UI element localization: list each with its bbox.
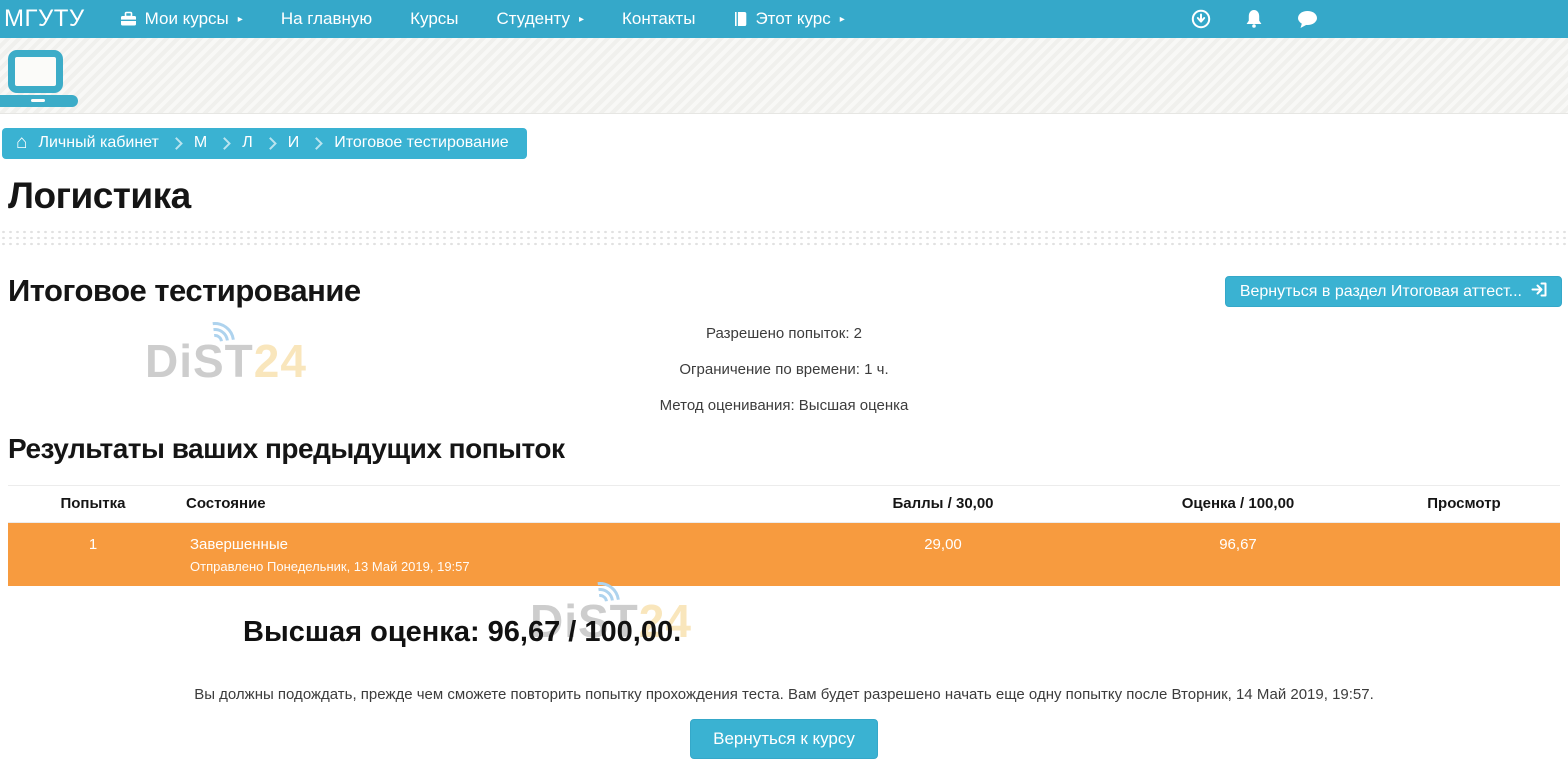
time-limit-text: Ограничение по времени: 1 ч. [0,361,1568,378]
breadcrumb-item-m[interactable]: М [194,134,207,152]
results-heading: Результаты ваших предыдущих попыток [8,433,1568,465]
menu-item-label: Студенту [497,9,570,29]
menu-item-contacts[interactable]: Контакты [603,0,714,38]
breadcrumb-item-quiz[interactable]: Итоговое тестирование [334,134,509,152]
attempt-state-cell: Завершенные Отправлено Понедельник, 13 М… [178,523,778,587]
quiz-title: Итоговое тестирование [8,273,361,309]
table-header-row: Попытка Состояние Баллы / 30,00 Оценка /… [8,486,1560,523]
book-icon [733,11,747,27]
bell-icon[interactable] [1245,9,1263,29]
laptop-logo-icon[interactable] [0,48,80,110]
header-band [0,38,1568,114]
messages-icon[interactable] [1297,10,1318,29]
chevron-right-icon [264,137,277,150]
home-icon[interactable]: ⌂ [16,136,27,150]
sign-in-icon [1531,282,1547,302]
menu-item-label: Курсы [410,9,458,29]
final-grade-text: Высшая оценка: 96,67 / 100,00. [243,616,1568,649]
attempts-table: Попытка Состояние Баллы / 30,00 Оценка /… [8,485,1560,586]
header-state: Состояние [178,486,778,523]
caret-right-icon: ▸ [840,14,845,25]
menu-item-label: Мои курсы [145,9,229,29]
course-title: Логистика [8,175,1568,217]
back-to-section-button[interactable]: Вернуться в раздел Итоговая аттест... [1225,276,1562,307]
quiz-info: Разрешено попыток: 2 Ограничение по врем… [0,325,1568,414]
breadcrumb-row: ⌂ Личный кабинет М Л И Итоговое тестиров… [0,114,1568,159]
chevron-right-icon [218,137,231,150]
attempt-state: Завершенные [190,536,777,553]
caret-right-icon: ▸ [579,14,584,25]
back-to-course-button[interactable]: Вернуться к курсу [690,719,878,759]
menu-item-student[interactable]: Студенту ▸ [478,0,603,38]
site-logo[interactable]: МГУТУ [0,0,101,38]
breadcrumb-item-i[interactable]: И [288,134,300,152]
header-marks: Баллы / 30,00 [778,486,1108,523]
briefcase-icon [120,11,137,27]
menu-item-label: Этот курс [755,9,830,29]
header-review: Просмотр [1368,486,1560,523]
menu-item-label: Контакты [622,9,695,29]
caret-right-icon: ▸ [238,14,243,25]
grading-method-text: Метод оценивания: Высшая оценка [0,397,1568,414]
attempt-review [1368,523,1560,587]
menu-item-home[interactable]: На главную [262,0,391,38]
header-attempt: Попытка [8,486,178,523]
download-circle-icon[interactable] [1191,9,1211,29]
attempt-marks: 29,00 [778,523,1108,587]
attempts-allowed-text: Разрешено попыток: 2 [0,325,1568,342]
back-to-section-label: Вернуться в раздел Итоговая аттест... [1240,283,1522,301]
header-grade: Оценка / 100,00 [1108,486,1368,523]
menu-item-courses[interactable]: Курсы [391,0,477,38]
menu-item-label: На главную [281,9,372,29]
dotted-divider [0,229,1568,248]
menu-item-this-course[interactable]: Этот курс ▸ [714,0,863,38]
attempt-number: 1 [8,523,178,587]
attempt-submitted-date: Отправлено Понедельник, 13 Май 2019, 19:… [190,559,777,574]
breadcrumb-item-l[interactable]: Л [242,134,253,152]
table-row: 1 Завершенные Отправлено Понедельник, 13… [8,523,1560,587]
quiz-header: Итоговое тестирование Вернуться в раздел… [8,273,1562,309]
back-to-course-label: Вернуться к курсу [713,729,855,749]
breadcrumb-item-dashboard[interactable]: Личный кабинет [38,134,158,152]
attempt-grade: 96,67 [1108,523,1368,587]
breadcrumb: ⌂ Личный кабинет М Л И Итоговое тестиров… [2,128,527,159]
navbar-right-icons [1191,0,1318,38]
chevron-right-icon [170,137,183,150]
main-menu: Мои курсы ▸ На главную Курсы Студенту ▸ … [101,0,864,38]
wait-message: Вы должны подождать, прежде чем сможете … [0,686,1568,703]
top-navbar: МГУТУ Мои курсы ▸ На главную Курсы Студе… [0,0,1568,38]
chevron-right-icon [310,137,323,150]
menu-item-my-courses[interactable]: Мои курсы ▸ [101,0,262,38]
